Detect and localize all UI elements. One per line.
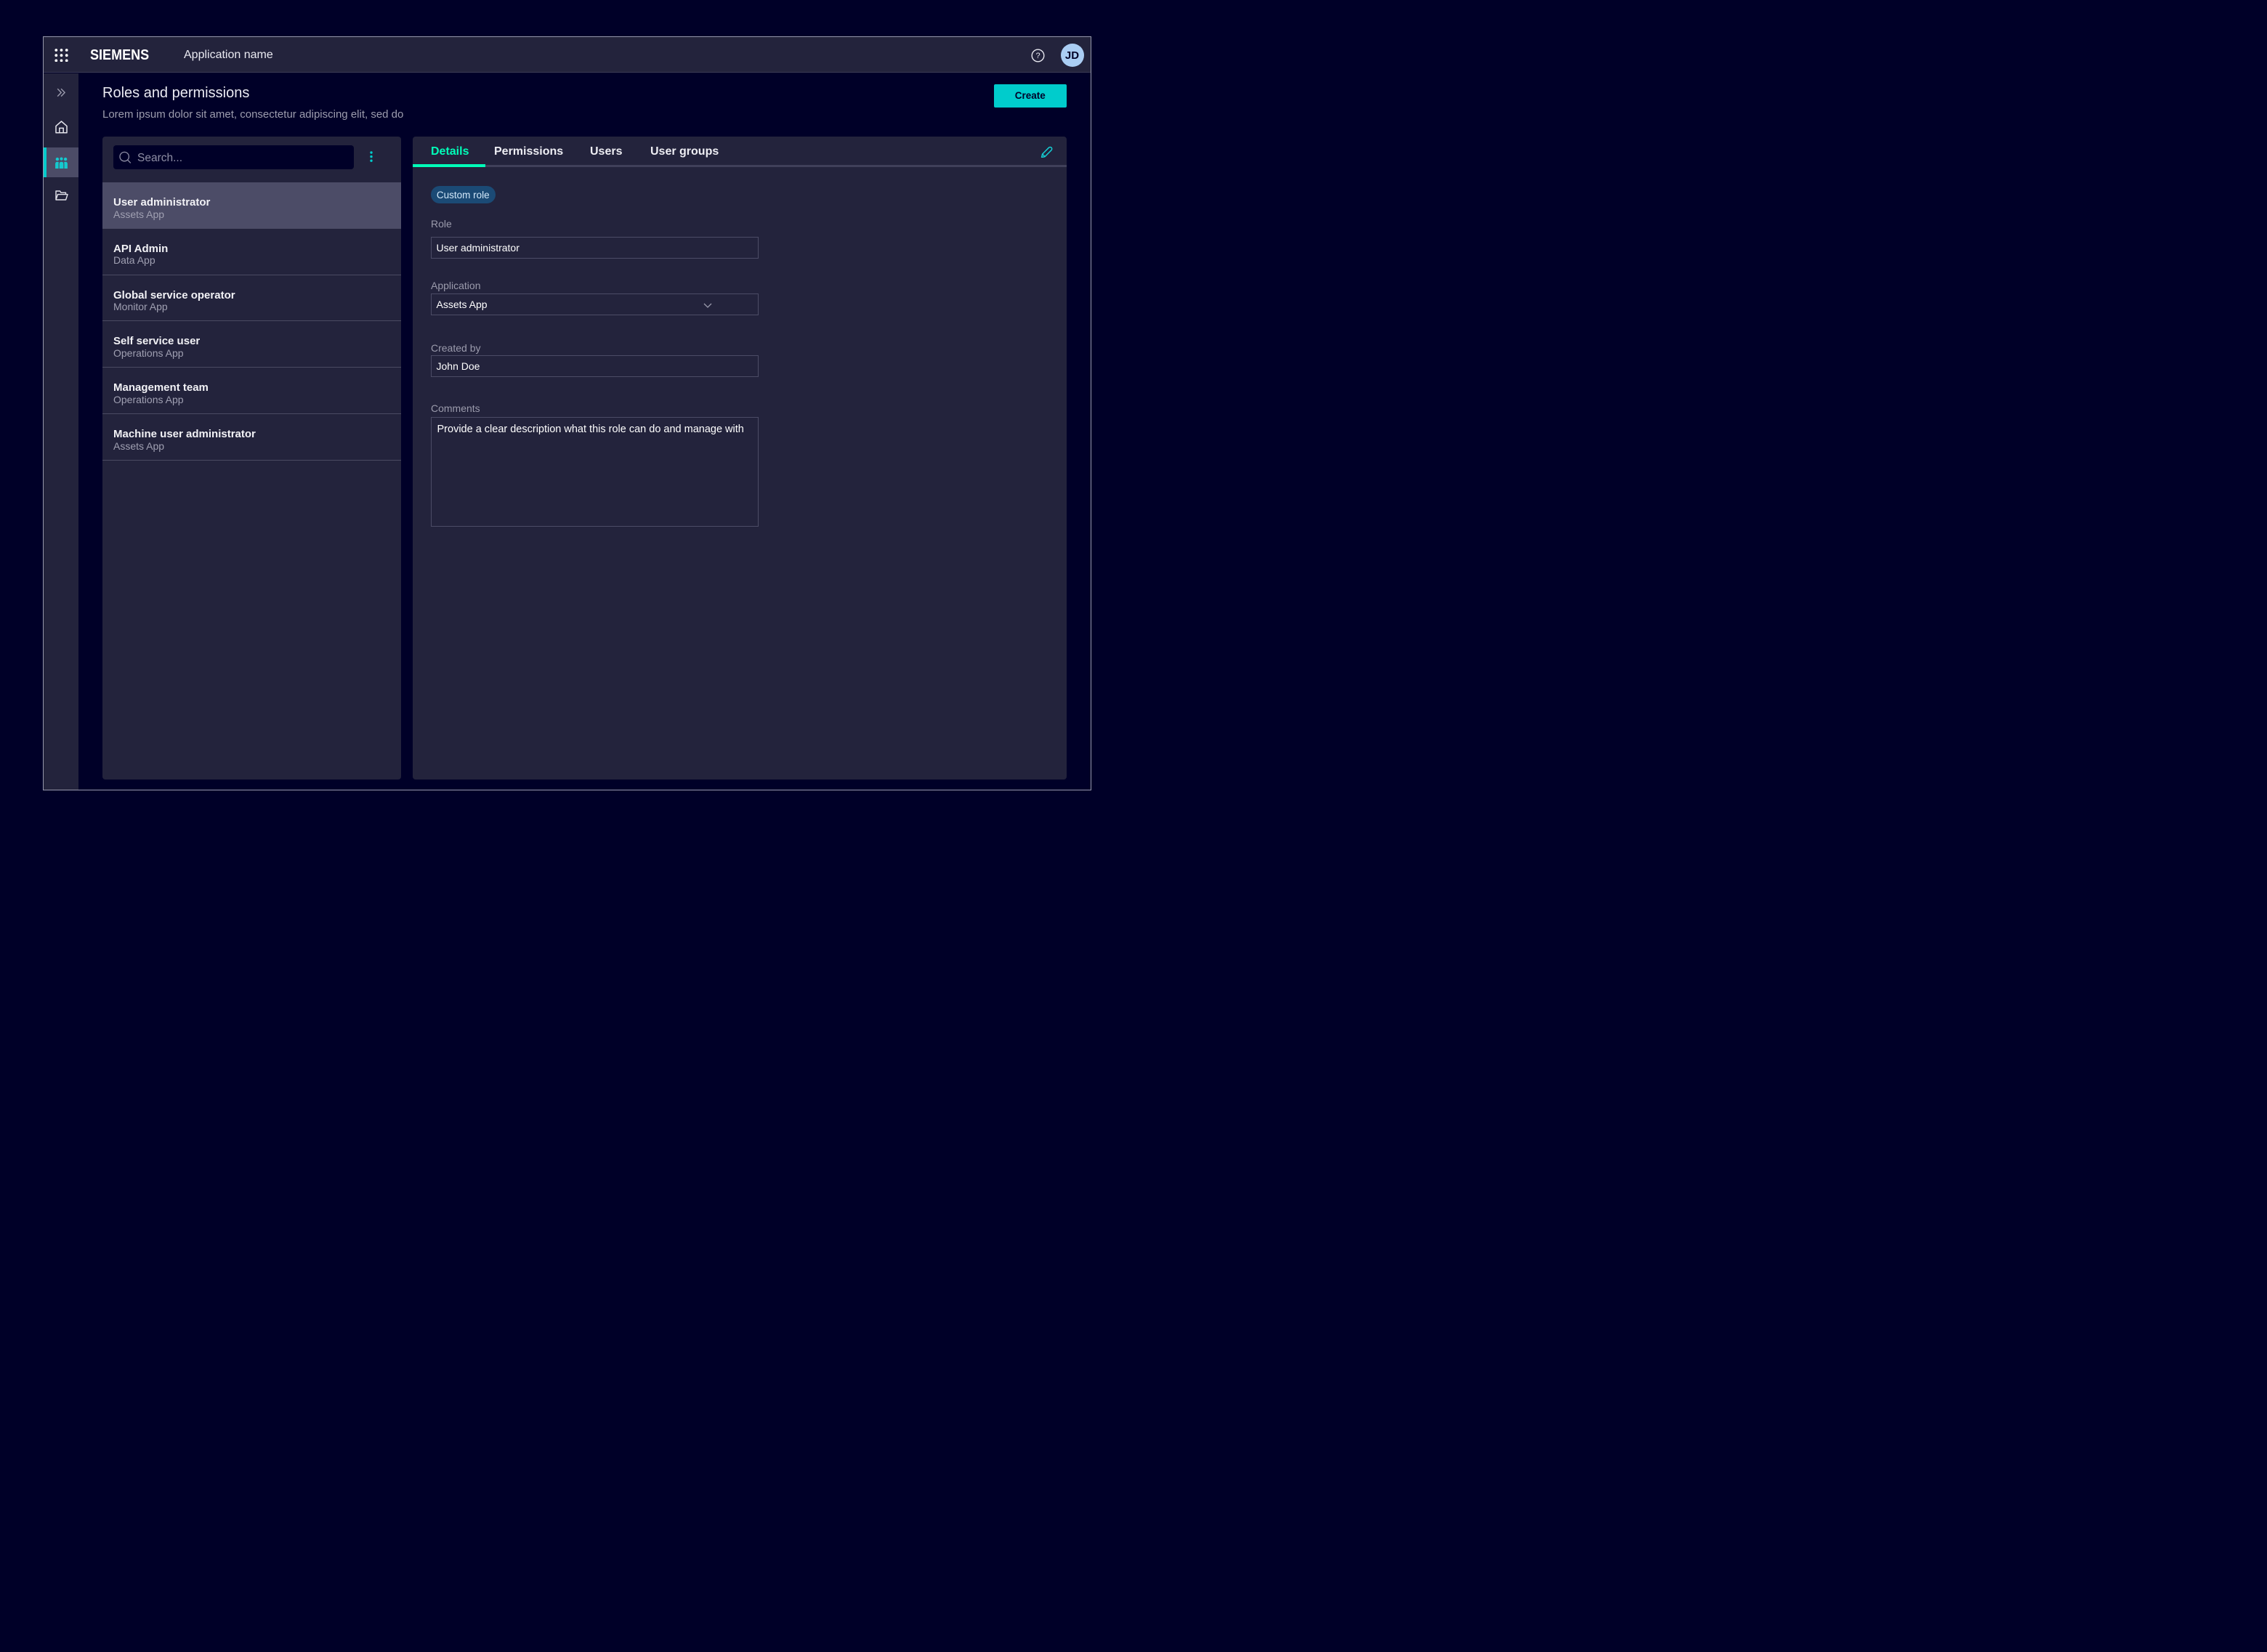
svg-text:?: ? (1035, 52, 1040, 60)
